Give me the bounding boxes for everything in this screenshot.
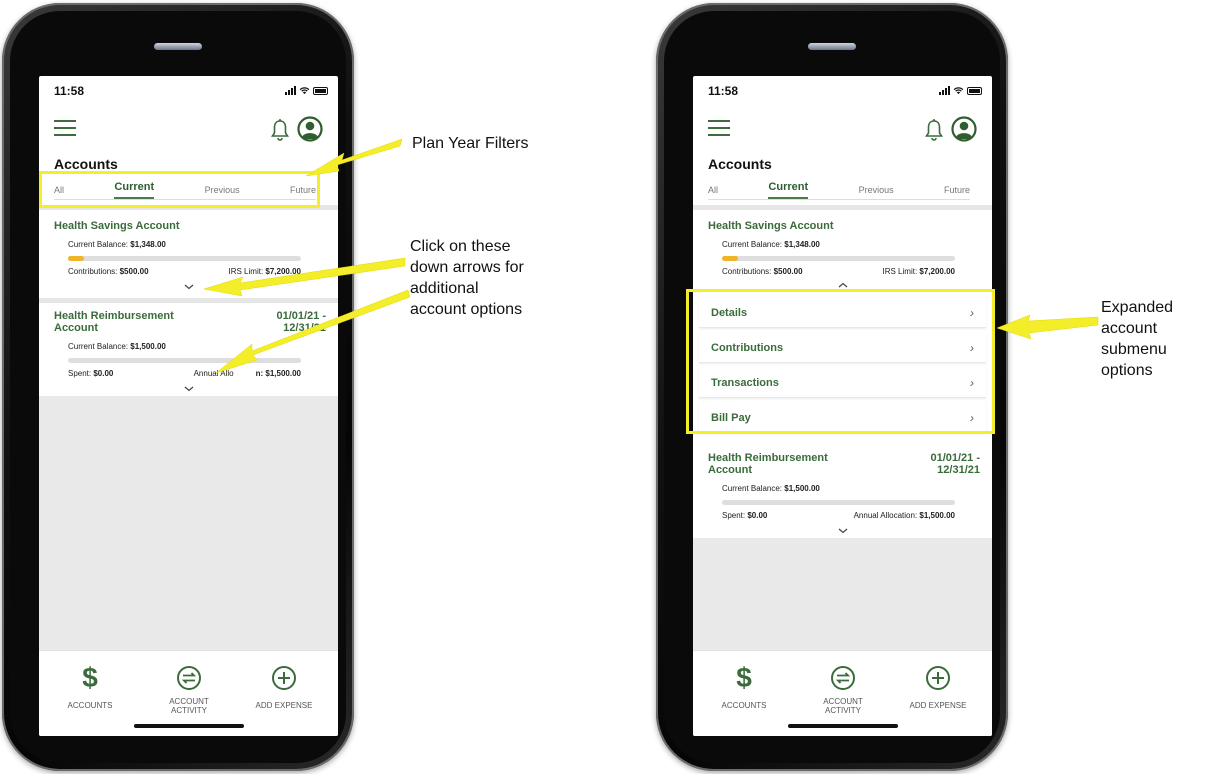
annotation-click-arrows: Click on these down arrows for additiona… [410,238,524,318]
annotation-expanded-submenu: Expanded account submenu options [1101,299,1174,379]
arrow-plan-year [305,138,403,177]
arrow-down-chevron-2 [215,289,411,374]
arrow-down-chevron-1 [203,257,406,297]
annotation-plan-year-filters: Plan Year Filters [412,135,529,152]
arrow-submenu [996,314,1099,340]
annotation-arrows [203,138,1099,374]
